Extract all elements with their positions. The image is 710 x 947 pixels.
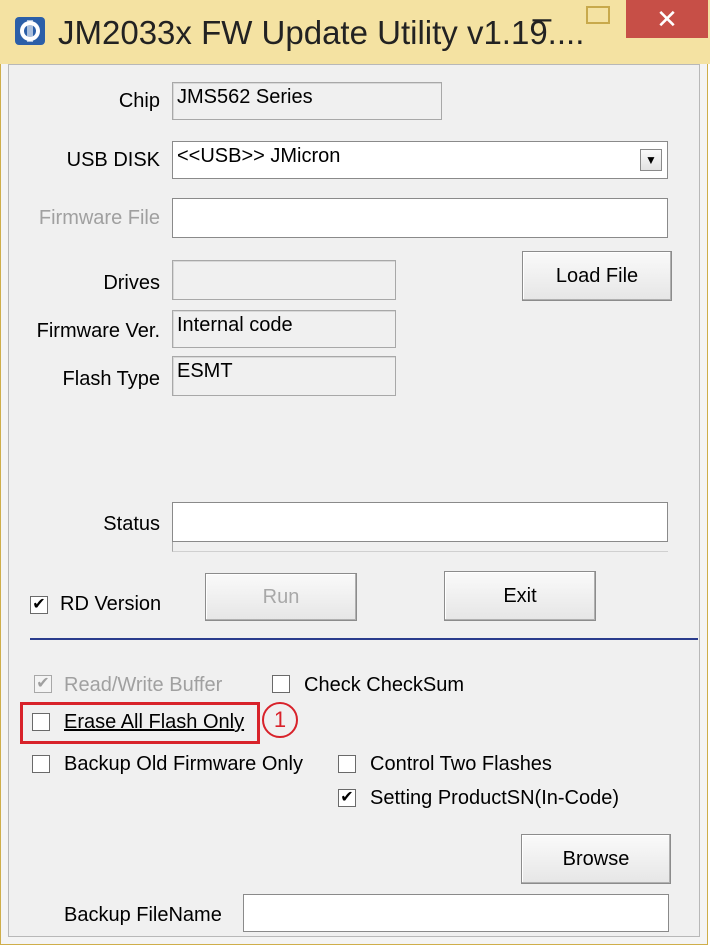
- setting-product-sn-checkbox[interactable]: ✔: [338, 789, 356, 807]
- chip-label: Chip: [118, 90, 160, 112]
- browse-button[interactable]: Browse: [521, 834, 671, 884]
- maximize-button[interactable]: [586, 6, 610, 24]
- check-checksum-checkbox[interactable]: [272, 675, 290, 693]
- firmware-ver-field: Internal code: [172, 310, 396, 348]
- check-checksum-label: Check CheckSum: [304, 674, 465, 696]
- flash-type-field: ESMT: [172, 356, 396, 396]
- firmware-file-label: Firmware File: [38, 207, 160, 229]
- highlight-box: [20, 702, 260, 744]
- backup-old-firmware-only-label: Backup Old Firmware Only: [64, 753, 303, 775]
- close-button[interactable]: ✕: [626, 0, 708, 38]
- section-divider: [30, 638, 698, 640]
- flash-type-label: Flash Type: [62, 368, 160, 390]
- rd-version-label: RD Version: [60, 593, 162, 615]
- jmicron-app-icon[interactable]: [14, 16, 46, 46]
- status-label: Status: [103, 513, 160, 535]
- usb-disk-label: USB DISK: [66, 149, 160, 171]
- window-title: JM2033x FW Update Utility v1.19....: [58, 14, 585, 51]
- control-two-flashes-label: Control Two Flashes: [370, 753, 552, 775]
- setting-product-sn-label: Setting ProductSN(In-Code): [370, 787, 620, 809]
- progress-bar: [172, 542, 668, 552]
- firmware-file-field[interactable]: [172, 198, 668, 238]
- load-file-button[interactable]: Load File: [522, 251, 672, 301]
- status-field: [172, 502, 668, 542]
- minimize-button[interactable]: –: [520, 0, 564, 40]
- run-button[interactable]: Run: [205, 573, 357, 621]
- drives-field: [172, 260, 396, 300]
- usb-disk-select[interactable]: <<USB>> JMicron: [172, 141, 668, 179]
- firmware-ver-label: Firmware Ver.: [36, 320, 160, 342]
- exit-button[interactable]: Exit: [444, 571, 596, 621]
- step-marker: 1: [262, 702, 298, 738]
- read-write-buffer-label: Read/Write Buffer: [64, 674, 223, 696]
- read-write-buffer-checkbox[interactable]: ✔: [34, 675, 52, 693]
- rd-version-checkbox[interactable]: ✔: [30, 596, 48, 614]
- chevron-down-icon[interactable]: ▼: [640, 149, 662, 171]
- backup-filename-field[interactable]: [243, 894, 669, 932]
- backup-old-firmware-only-checkbox[interactable]: [32, 755, 50, 773]
- backup-filename-label: Backup FileName: [64, 904, 222, 926]
- control-two-flashes-checkbox[interactable]: [338, 755, 356, 773]
- chip-field: JMS562 Series: [172, 82, 442, 120]
- drives-label: Drives: [103, 272, 160, 294]
